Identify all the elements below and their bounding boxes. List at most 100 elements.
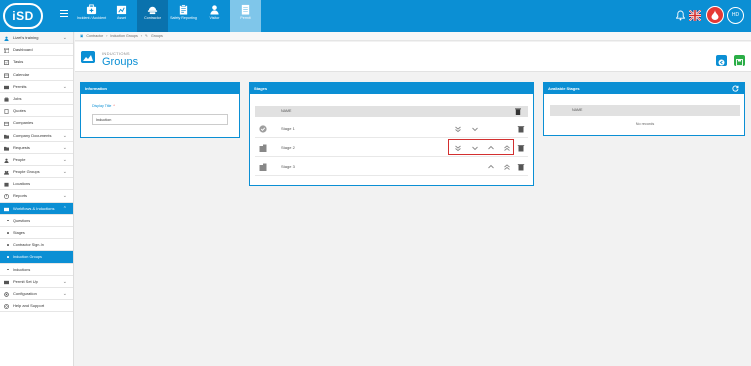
panel-title: Information bbox=[81, 83, 239, 94]
nav-tab-permit[interactable]: Permit bbox=[230, 0, 261, 32]
sidebar-item-label: Locations bbox=[13, 181, 31, 187]
sidebar-subitem-induction-groups[interactable]: Induction Groups bbox=[0, 251, 73, 264]
save-button[interactable] bbox=[734, 55, 745, 66]
sidebar-item-label: Calendar bbox=[13, 71, 30, 77]
panel-title: Stages bbox=[250, 83, 533, 94]
sidebar-item-locations[interactable]: Locations bbox=[0, 178, 73, 191]
field-label-text: Display Title bbox=[92, 104, 112, 108]
nav-tab-visitor[interactable]: Visitor bbox=[199, 0, 230, 32]
sidebar-item-account[interactable]: Lizet's training ⌄ bbox=[0, 32, 73, 45]
chevron-up-icon[interactable] bbox=[487, 163, 495, 171]
back-button[interactable] bbox=[716, 55, 727, 66]
panel-header: Available Stages bbox=[544, 83, 744, 94]
column-header-name: NAME bbox=[281, 109, 292, 113]
nav-tab-safety-reporting[interactable]: Safety Reporting bbox=[168, 0, 199, 32]
sidebar-item-company-documents[interactable]: Company Documents ⌄ bbox=[0, 130, 73, 142]
breadcrumb-separator: › bbox=[106, 34, 108, 38]
sidebar-item-label: Dashboard bbox=[13, 47, 33, 53]
app-logo[interactable]: iSD bbox=[3, 3, 43, 29]
sidebar-item-permit-set-up[interactable]: Permit Set Up ⌄ bbox=[0, 276, 73, 288]
stages-table-header: NAME bbox=[255, 106, 528, 117]
dashboard-icon bbox=[4, 48, 9, 54]
sidebar-subitem-inductions[interactable]: Inductions bbox=[0, 264, 73, 276]
sidebar-item-label: People Groups bbox=[13, 169, 40, 175]
sidebar-item-companies[interactable]: Companies bbox=[0, 117, 73, 130]
building-icon bbox=[259, 144, 267, 152]
nav-tab-label: Asset bbox=[117, 16, 126, 20]
sidebar-subitem-contractor-sign-in[interactable]: Contractor Sign-In bbox=[0, 239, 73, 252]
chevron-down-icon: ⌄ bbox=[62, 144, 67, 151]
chevron-down-icon: ⌄ bbox=[62, 35, 67, 41]
visitor-icon bbox=[210, 5, 219, 15]
display-title-label: Display Title * bbox=[92, 104, 115, 108]
breadcrumb-item-contractor[interactable]: Contractor bbox=[86, 34, 103, 38]
sidebar-subitem-questions[interactable]: Questions bbox=[0, 215, 73, 227]
move-to-top-icon[interactable] bbox=[503, 163, 511, 171]
home-icon: ▣ bbox=[80, 34, 84, 38]
quotes-icon bbox=[4, 109, 9, 114]
first-aid-kit-icon bbox=[86, 4, 97, 15]
bullet-icon bbox=[7, 219, 9, 222]
chevron-up-icon: ⌃ bbox=[62, 205, 67, 212]
sidebar-item-reports[interactable]: Reports ⌄ bbox=[0, 190, 73, 203]
display-title-input[interactable] bbox=[92, 114, 228, 125]
sidebar-item-label: Companies bbox=[13, 120, 34, 126]
trash-icon[interactable] bbox=[517, 125, 525, 133]
sidebar-item-dashboard[interactable]: Dashboard bbox=[0, 44, 73, 57]
sidebar-item-quotes[interactable]: Quotes bbox=[0, 105, 73, 118]
sidebar-item-label: Jobs bbox=[13, 95, 22, 101]
chevron-down-icon: ⌄ bbox=[62, 290, 67, 297]
trash-icon[interactable] bbox=[517, 163, 525, 171]
page-title: Groups bbox=[102, 56, 139, 68]
sidebar-item-tasks[interactable]: Tasks bbox=[0, 56, 73, 69]
user-avatar[interactable]: HD bbox=[727, 7, 744, 24]
trash-icon[interactable] bbox=[515, 108, 521, 115]
empty-message: No records bbox=[635, 122, 655, 126]
chevron-down-icon: ⌄ bbox=[62, 278, 67, 285]
hamburger-menu-icon[interactable] bbox=[60, 10, 68, 18]
sidebar-item-people-groups[interactable]: People Groups ⌄ bbox=[0, 166, 73, 179]
jobs-icon bbox=[4, 97, 9, 102]
move-to-bottom-icon[interactable] bbox=[454, 125, 462, 133]
sidebar-item-people[interactable]: People ⌄ bbox=[0, 154, 73, 167]
notification-bell-icon[interactable] bbox=[676, 10, 685, 21]
sidebar-item-label: Questions bbox=[13, 218, 31, 223]
chevron-down-icon[interactable] bbox=[471, 125, 479, 133]
location-icon bbox=[4, 183, 9, 187]
highlight-box bbox=[448, 139, 514, 155]
sidebar-item-label: Company Documents bbox=[13, 132, 52, 138]
sidebar-item-label: People bbox=[13, 156, 26, 162]
permit-icon bbox=[4, 85, 9, 89]
trash-icon[interactable] bbox=[517, 144, 525, 152]
uk-flag-icon[interactable] bbox=[689, 10, 701, 21]
nav-tab-contractor[interactable]: Contractor bbox=[137, 0, 168, 32]
sidebar-item-label: Permits bbox=[13, 83, 27, 89]
sidebar-item-workflows-inductions[interactable]: Workflows & Inductions ⌃ bbox=[0, 202, 73, 215]
check-circle-icon bbox=[259, 125, 267, 133]
permit-icon bbox=[241, 4, 250, 15]
breadcrumb-item-groups: Groups bbox=[150, 34, 163, 38]
companies-icon bbox=[4, 122, 9, 127]
sidebar-item-configuration[interactable]: Configuration ⌄ bbox=[0, 288, 73, 301]
people-groups-icon bbox=[4, 170, 9, 175]
nav-tab-incident-accident[interactable]: Incident / Accident bbox=[76, 0, 107, 32]
refresh-icon[interactable] bbox=[732, 85, 739, 92]
clipboard-icon bbox=[179, 4, 188, 15]
sidebar-item-help-support[interactable]: Help and Support bbox=[0, 300, 73, 313]
documents-icon bbox=[4, 134, 9, 139]
sidebar-item-calendar[interactable]: Calendar bbox=[0, 69, 73, 81]
building-icon bbox=[259, 163, 267, 171]
chevron-down-icon: ⌄ bbox=[62, 193, 67, 200]
sidebar-item-permits[interactable]: Permits ⌄ bbox=[0, 81, 73, 93]
sidebar-item-label: Contractor Sign-In bbox=[13, 243, 44, 248]
sidebar-item-requests[interactable]: Requests ⌄ bbox=[0, 142, 73, 154]
panel-title: Available Stages bbox=[548, 86, 580, 91]
nav-tab-asset[interactable]: Asset bbox=[106, 0, 137, 32]
chevron-down-icon: ⌄ bbox=[62, 132, 67, 139]
sidebar-item-label: Reports bbox=[13, 193, 28, 199]
sidebar-item-jobs[interactable]: Jobs bbox=[0, 93, 73, 106]
workflow-icon bbox=[4, 207, 9, 211]
breadcrumb-item-induction-groups[interactable]: Induction Groups bbox=[110, 34, 137, 38]
sidebar-subitem-stages[interactable]: Stages bbox=[0, 227, 73, 240]
alert-button[interactable] bbox=[706, 6, 724, 24]
